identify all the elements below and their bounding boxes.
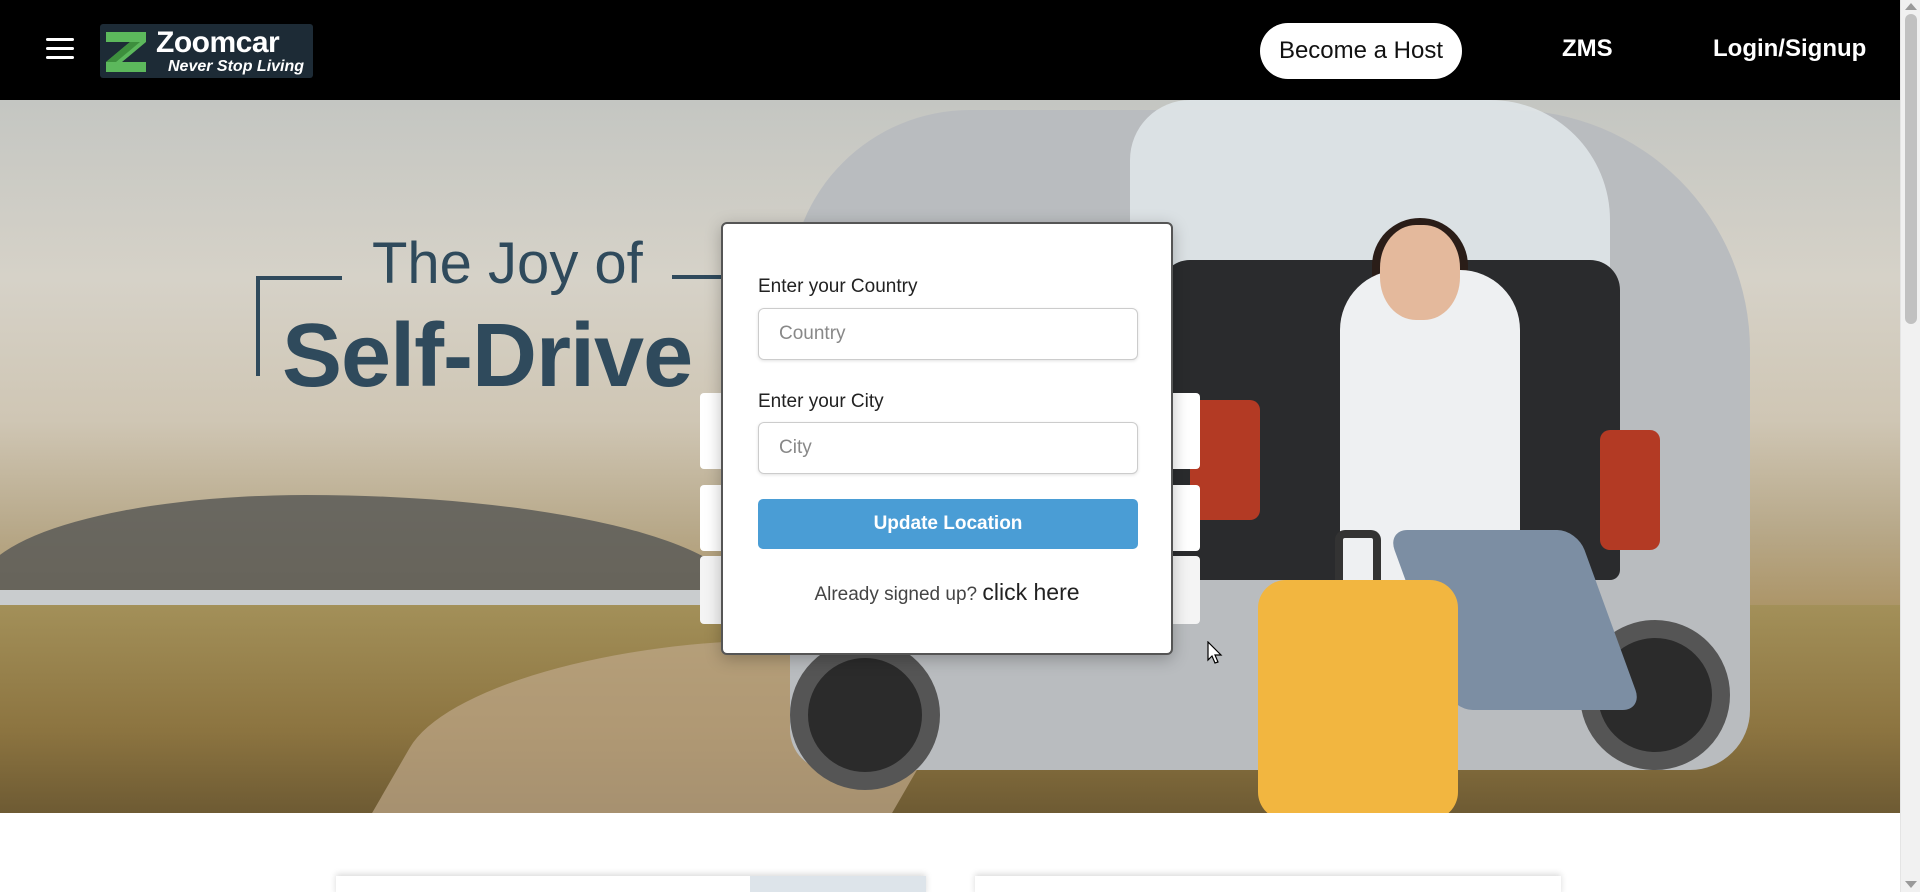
title-dash — [672, 275, 722, 279]
logo-name: Zoomcar — [156, 25, 280, 59]
scroll-up-arrow-icon[interactable] — [1905, 3, 1917, 10]
zoomcar-logo[interactable]: Zoomcar Never Stop Living — [100, 24, 313, 78]
hero-wheel — [790, 640, 940, 790]
click-here-link[interactable]: click here — [982, 579, 1079, 605]
country-label: Enter your Country — [758, 276, 918, 297]
top-navbar: Zoomcar Never Stop Living Become a Host … — [0, 0, 1900, 100]
hero-title-line: The Joy of — [372, 231, 643, 296]
content-card-image — [750, 876, 926, 892]
country-input[interactable] — [758, 308, 1138, 360]
hero-tail-light — [1600, 430, 1660, 550]
scroll-down-arrow-icon[interactable] — [1905, 881, 1917, 888]
scroll-thumb[interactable] — [1905, 14, 1917, 324]
page-scrollbar[interactable] — [1900, 0, 1920, 892]
hero-water — [0, 590, 760, 606]
zoomcar-logo-icon — [100, 24, 154, 78]
hero-person-head — [1380, 225, 1460, 320]
logo-tagline: Never Stop Living — [168, 57, 305, 75]
become-host-button[interactable]: Become a Host — [1260, 23, 1462, 79]
content-card[interactable] — [975, 876, 1561, 892]
login-signup-link[interactable]: Login/Signup — [1713, 35, 1866, 63]
hero-title-bold: Self-Drive — [282, 306, 693, 406]
hero-suitcase — [1258, 580, 1458, 813]
zms-link[interactable]: ZMS — [1562, 35, 1613, 63]
city-label: Enter your City — [758, 391, 884, 412]
hamburger-menu-icon[interactable] — [46, 38, 74, 62]
signed-up-text: Already signed up? — [814, 584, 978, 605]
hero-tail-light — [1190, 400, 1260, 520]
location-modal: Enter your Country Enter your City Updat… — [721, 222, 1173, 655]
city-input[interactable] — [758, 422, 1138, 474]
signed-up-row: Already signed up? click here — [723, 579, 1171, 606]
update-location-button[interactable]: Update Location — [758, 499, 1138, 549]
